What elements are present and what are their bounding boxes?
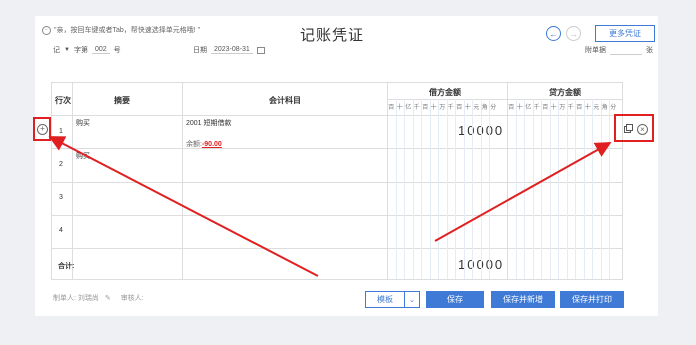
- arrow-to-add: [48, 136, 319, 277]
- footer-maker: 制单人: 刘瑞尚 ✎ 审核人:: [53, 293, 144, 303]
- save-print-button[interactable]: 保存并打印: [560, 291, 624, 308]
- arrow-to-actions: [434, 142, 612, 242]
- template-label: 模板: [366, 292, 405, 307]
- maker-label: 制单人:: [53, 295, 76, 302]
- save-new-button[interactable]: 保存并新增: [491, 291, 555, 308]
- save-button[interactable]: 保存: [426, 291, 484, 308]
- auditor-label: 审核人:: [120, 295, 144, 302]
- pencil-icon[interactable]: ✎: [105, 295, 111, 302]
- template-select[interactable]: 模板 ⌄: [365, 291, 420, 308]
- maker-name: 刘瑞尚: [77, 295, 99, 302]
- chevron-down-icon: ⌄: [409, 296, 415, 304]
